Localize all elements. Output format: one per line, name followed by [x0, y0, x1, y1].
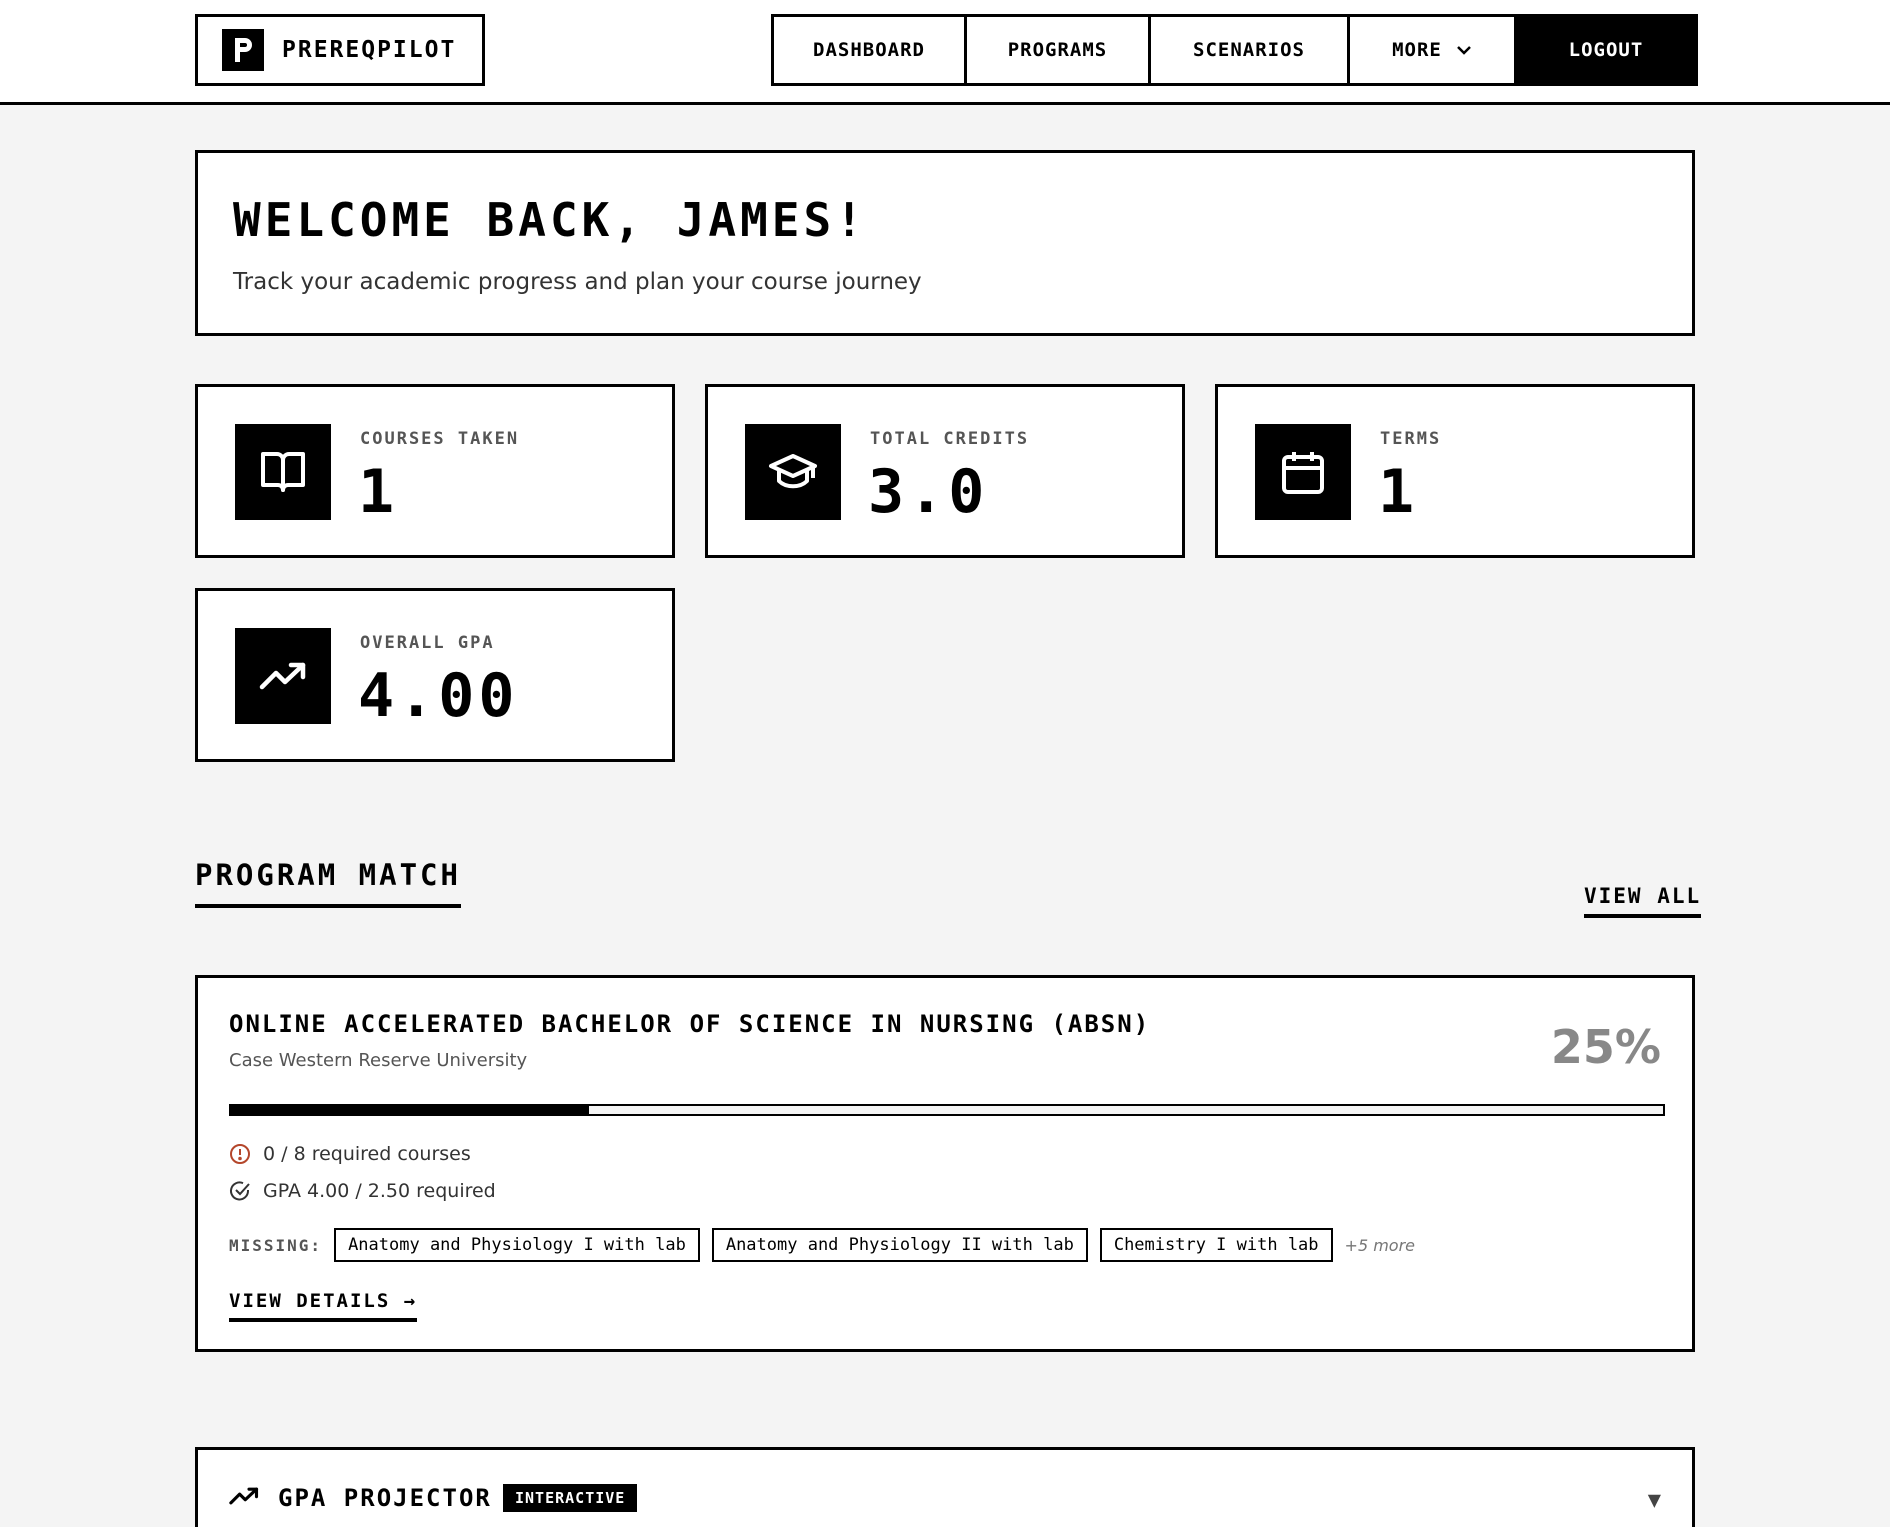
welcome-panel: WELCOME BACK, JAMES! Track your academic…	[195, 150, 1695, 336]
graduation-cap-icon	[745, 424, 841, 520]
calendar-icon	[1255, 424, 1351, 520]
stat-value: 1	[358, 457, 399, 527]
missing-course-chip[interactable]: Chemistry I with lab	[1099, 1228, 1333, 1262]
chevron-down-icon	[1456, 45, 1472, 55]
match-progress-fill	[231, 1106, 589, 1114]
stat-label: TOTAL CREDITS	[870, 429, 1030, 449]
logo-mark-icon	[222, 29, 264, 71]
check-circle-icon	[229, 1180, 251, 1202]
match-progress-bar	[229, 1104, 1665, 1116]
stat-value: 4.00	[358, 661, 519, 731]
missing-course-chip[interactable]: Anatomy and Physiology II with lab	[711, 1228, 1088, 1262]
program-title: ONLINE ACCELERATED BACHELOR OF SCIENCE I…	[229, 1010, 1151, 1038]
alert-circle-icon	[229, 1143, 251, 1165]
program-match-card[interactable]: ONLINE ACCELERATED BACHELOR OF SCIENCE I…	[195, 975, 1695, 1352]
app-name: PREREQPILOT	[282, 37, 457, 63]
stat-label: OVERALL GPA	[360, 633, 495, 653]
stat-card-total-credits: TOTAL CREDITS 3.0	[705, 384, 1185, 558]
nav-more-dropdown[interactable]: MORE	[1350, 17, 1517, 83]
nav-programs[interactable]: PROGRAMS	[967, 17, 1151, 83]
missing-label: MISSING:	[229, 1235, 323, 1255]
stat-value: 1	[1378, 457, 1419, 527]
stat-card-overall-gpa: OVERALL GPA 4.00	[195, 588, 675, 762]
trending-up-icon	[235, 628, 331, 724]
stat-card-terms: TERMS 1	[1215, 384, 1695, 558]
stat-card-courses-taken: COURSES TAKEN 1	[195, 384, 675, 558]
welcome-title: WELCOME BACK, JAMES!	[233, 193, 867, 247]
gpa-requirement-text: GPA 4.00 / 2.50 required	[263, 1180, 496, 1202]
book-icon	[235, 424, 331, 520]
match-percent: 25%	[1550, 1020, 1661, 1074]
gpa-requirement-status: GPA 4.00 / 2.50 required	[229, 1180, 496, 1202]
welcome-subtitle: Track your academic progress and plan yo…	[233, 269, 922, 295]
nav-dashboard[interactable]: DASHBOARD	[774, 17, 967, 83]
required-courses-text: 0 / 8 required courses	[263, 1143, 471, 1165]
gpa-projector-panel[interactable]: GPA PROJECTOR INTERACTIVE ▼	[195, 1447, 1695, 1527]
nav-scenarios[interactable]: SCENARIOS	[1151, 17, 1350, 83]
view-all-link[interactable]: VIEW ALL	[1584, 884, 1702, 918]
expand-toggle-icon[interactable]: ▼	[1648, 1488, 1661, 1513]
app-logo[interactable]: PREREQPILOT	[195, 14, 485, 86]
program-match-heading: PROGRAM MATCH	[195, 858, 461, 908]
trending-up-icon	[229, 1486, 259, 1510]
main-nav: DASHBOARD PROGRAMS SCENARIOS MORE LOGOUT	[771, 14, 1698, 86]
missing-course-chip[interactable]: Anatomy and Physiology I with lab	[334, 1228, 700, 1262]
top-bar: PREREQPILOT DASHBOARD PROGRAMS SCENARIOS…	[0, 0, 1890, 105]
nav-more-label: MORE	[1392, 39, 1442, 61]
program-school: Case Western Reserve University	[229, 1050, 528, 1071]
missing-courses: MISSING: Anatomy and Physiology I with l…	[229, 1228, 1415, 1262]
stat-value: 3.0	[868, 457, 989, 527]
stat-label: COURSES TAKEN	[360, 429, 520, 449]
stat-label: TERMS	[1380, 429, 1442, 449]
gpa-projector-title: GPA PROJECTOR	[278, 1484, 492, 1512]
logout-button[interactable]: LOGOUT	[1517, 17, 1695, 83]
interactive-badge: INTERACTIVE	[503, 1484, 638, 1512]
more-missing-note: +5 more	[1344, 1235, 1415, 1255]
view-details-link[interactable]: VIEW DETAILS →	[229, 1290, 418, 1322]
required-courses-status: 0 / 8 required courses	[229, 1143, 471, 1165]
